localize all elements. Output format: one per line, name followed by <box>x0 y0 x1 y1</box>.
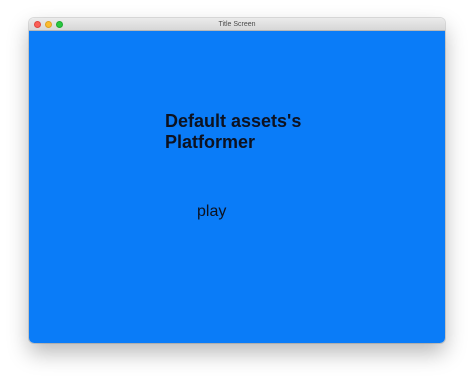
app-window: Title Screen Default assets's Platformer… <box>29 18 445 343</box>
game-title-line-2: Platformer <box>165 132 256 152</box>
play-button[interactable]: play <box>197 202 226 222</box>
game-title: Default assets's Platformer <box>165 111 301 153</box>
game-canvas: Default assets's Platformer play <box>29 31 445 343</box>
window-title: Title Screen <box>218 21 256 28</box>
game-title-line-1: Default assets's <box>165 111 302 131</box>
window-titlebar[interactable]: Title Screen <box>29 18 445 31</box>
